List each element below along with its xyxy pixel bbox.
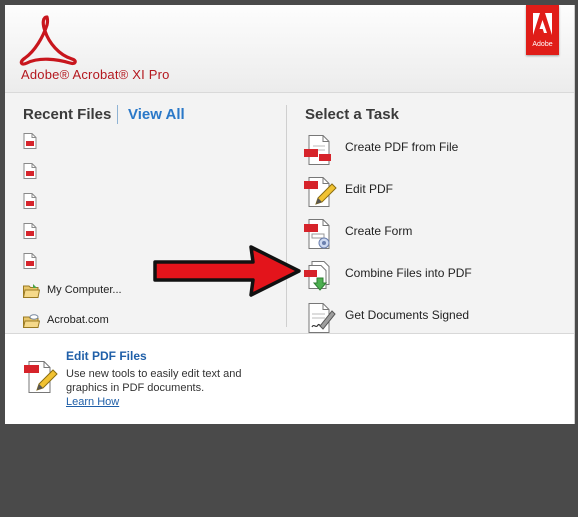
combine-files-label: Combine Files into PDF — [345, 266, 472, 280]
edit-pdf-label: Edit PDF — [345, 182, 394, 196]
task-list: Create PDF from File Edit PDF Create For… — [303, 131, 563, 341]
view-all-link[interactable]: View All — [128, 106, 185, 123]
acrobat-swirl-icon — [19, 15, 77, 66]
adobe-badge-label: Adobe — [532, 41, 553, 48]
welcome-header: Adobe® Acrobat® XI Pro Adobe — [5, 5, 574, 93]
recent-file-item[interactable] — [23, 163, 273, 193]
create-form-task[interactable]: Create Form — [303, 215, 563, 257]
edit-pdf-icon — [24, 361, 58, 393]
tip-title: Edit PDF Files — [66, 349, 147, 363]
tip-panel: Edit PDF Files Use new tools to easily e… — [5, 333, 574, 424]
sign-document-icon — [308, 303, 336, 333]
create-pdf-label: Create PDF from File — [345, 140, 459, 154]
create-pdf-icon — [304, 135, 331, 165]
adobe-badge: Adobe — [526, 5, 559, 55]
my-computer-label: My Computer... — [47, 284, 122, 296]
create-pdf-task[interactable]: Create PDF from File — [303, 131, 563, 173]
create-form-icon — [304, 219, 330, 249]
acrobat-com-label: Acrobat.com — [47, 314, 109, 326]
combine-files-task[interactable]: Combine Files into PDF — [303, 257, 563, 299]
select-task-heading: Select a Task — [305, 106, 399, 123]
recent-file-item[interactable] — [23, 133, 273, 163]
recent-file-item[interactable] — [23, 193, 273, 223]
create-form-label: Create Form — [345, 224, 413, 238]
edit-pdf-icon — [304, 177, 337, 207]
screenshot-frame: Adobe® Acrobat® XI Pro Adobe Recent File… — [0, 0, 578, 517]
red-arrow-icon — [153, 245, 301, 297]
cloud-folder-icon — [23, 314, 40, 328]
adobe-a-icon — [533, 13, 552, 35]
pdf-file-icon — [23, 253, 37, 269]
folder-open-icon — [23, 284, 40, 298]
pdf-file-icon — [23, 223, 37, 239]
learn-how-link[interactable]: Learn How — [66, 396, 119, 408]
recent-files-heading: Recent Files — [23, 106, 112, 123]
get-signed-label: Get Documents Signed — [345, 308, 470, 322]
combine-files-icon — [304, 261, 330, 291]
acrobat-welcome-window: Adobe® Acrobat® XI Pro Adobe Recent File… — [5, 5, 575, 424]
tip-description: Use new tools to easily edit text and gr… — [66, 368, 242, 394]
app-title: Adobe® Acrobat® XI Pro — [21, 67, 170, 82]
pdf-file-icon — [23, 193, 37, 209]
pdf-file-icon — [23, 163, 37, 179]
recent-files-list: My Computer... Acrobat.com — [23, 133, 273, 343]
pdf-file-icon — [23, 133, 37, 149]
edit-pdf-task[interactable]: Edit PDF — [303, 173, 563, 215]
heading-separator — [117, 105, 118, 124]
